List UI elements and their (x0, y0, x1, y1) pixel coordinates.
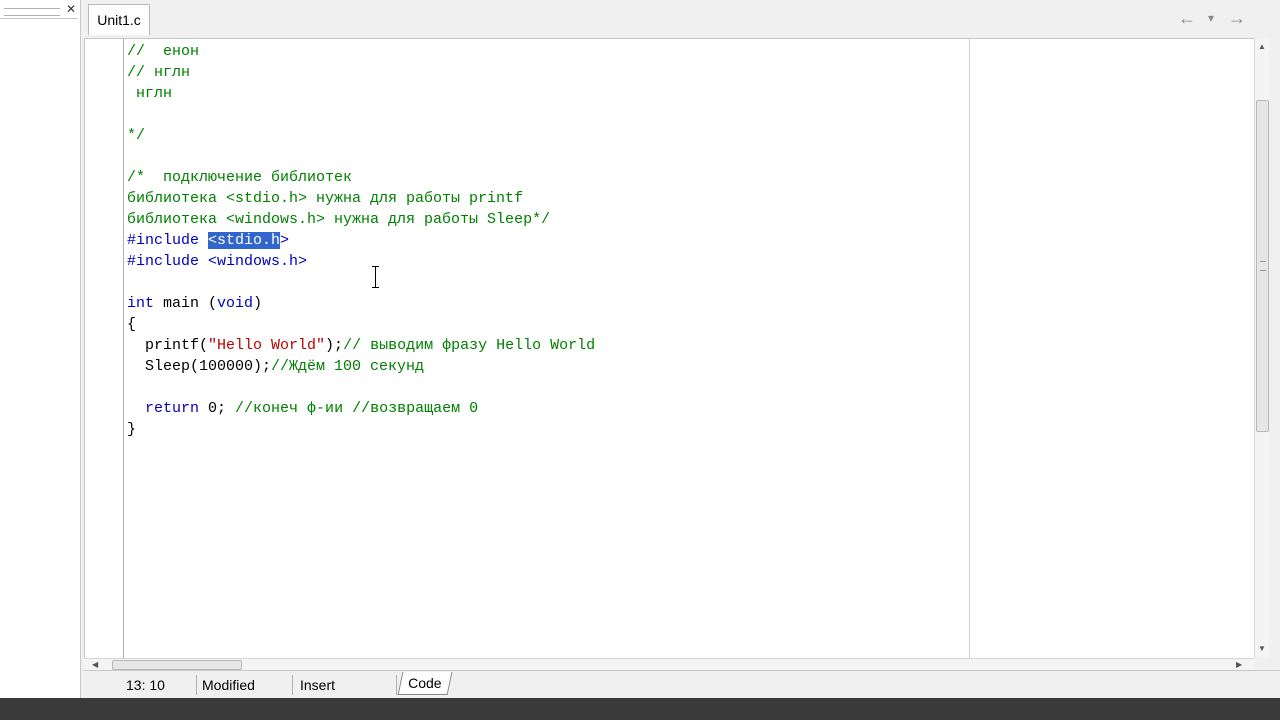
code-token: ( (208, 295, 218, 312)
code-token: int (127, 295, 155, 312)
code-token: "Hello World" (208, 337, 326, 354)
code-token: //конеч ф-ии //возвращаем 0 (235, 400, 479, 417)
code-content[interactable]: // енон // нглн нглн */ /* подключение би… (127, 41, 595, 440)
code-tab-label: Code (408, 675, 442, 691)
tab-unit1[interactable]: Unit1.c (88, 4, 150, 35)
code-line[interactable]: нглн (127, 83, 595, 104)
code-token: > (280, 232, 290, 249)
code-line[interactable] (127, 272, 595, 293)
code-line[interactable]: /* подключение библиотек (127, 167, 595, 188)
code-line[interactable]: Sleep(100000);//Ждём 100 секунд (127, 356, 595, 377)
code-token: // выводим фразу Hello World (343, 337, 596, 354)
code-token: библиотека <windows.h> нужна для работы … (127, 211, 551, 228)
line-gutter[interactable] (85, 39, 124, 659)
chevron-down-icon[interactable]: ▾ (1208, 8, 1214, 28)
code-token: Sleep(100000); (127, 358, 272, 375)
drag-grip-icon[interactable] (4, 8, 60, 16)
code-line[interactable]: int main (void) (127, 293, 595, 314)
code-line[interactable]: return 0; //конеч ф-ии //возвращаем 0 (127, 398, 595, 419)
code-token: void (217, 295, 254, 312)
ibeam-cursor-icon (372, 266, 380, 288)
code-token: // нглн (127, 64, 191, 81)
window-bottom-edge (0, 698, 1280, 720)
code-line[interactable] (127, 104, 595, 125)
scroll-up-icon[interactable]: ▲ (1255, 40, 1269, 54)
code-token: нглн (127, 85, 173, 102)
scroll-down-icon[interactable]: ▼ (1255, 642, 1269, 656)
status-bar: 13: 10 Modified Insert Code (84, 670, 1280, 699)
code-line[interactable]: { (127, 314, 595, 335)
back-arrow-icon[interactable]: ← (1178, 8, 1196, 28)
code-token: // енон (127, 43, 200, 60)
code-line[interactable]: библиотека <stdio.h> нужна для работы pr… (127, 188, 595, 209)
code-token: } (127, 421, 137, 438)
code-line[interactable] (127, 377, 595, 398)
forward-arrow-icon[interactable]: → (1228, 8, 1246, 28)
code-line[interactable] (127, 146, 595, 167)
horizontal-scroll-thumb[interactable] (112, 660, 242, 670)
insert-mode-indicator: Insert (296, 675, 397, 695)
code-line[interactable]: printf("Hello World");// выводим фразу H… (127, 335, 595, 356)
vertical-scrollbar[interactable]: ▲ ▼ (1254, 38, 1269, 658)
code-line[interactable]: // енон (127, 41, 595, 62)
code-token: main (154, 295, 209, 312)
code-token: /* подключение библиотек (127, 169, 353, 186)
code-token: библиотека <stdio.h> нужна для работы pr… (127, 190, 524, 207)
code-token: ); (325, 337, 344, 354)
modified-indicator: Modified (198, 675, 293, 695)
tab-code-view[interactable]: Code (397, 672, 453, 695)
code-line[interactable]: */ (127, 125, 595, 146)
code-token: #include <windows.h> (127, 253, 308, 270)
code-token: //Ждём 100 секунд (271, 358, 425, 375)
code-token: return (145, 400, 200, 417)
code-token: printf( (127, 337, 209, 354)
code-line[interactable]: #include <stdio.h> (127, 230, 595, 251)
code-line[interactable]: // нглн (127, 62, 595, 83)
code-token: 0; (199, 400, 236, 417)
vertical-scroll-thumb[interactable] (1256, 100, 1269, 432)
left-dock-panel: ✕ (0, 0, 81, 708)
cursor-position: 13: 10 (122, 675, 197, 695)
editor-tab-bar: Unit1.c ← ▾ → (84, 0, 1280, 38)
right-margin-line (969, 39, 970, 659)
code-line[interactable]: } (127, 419, 595, 440)
code-token: { (127, 316, 137, 333)
code-token: ) (253, 295, 263, 312)
code-token: #include (127, 232, 209, 249)
code-token: */ (127, 127, 146, 144)
code-line[interactable]: #include <windows.h> (127, 251, 595, 272)
selected-text: <stdio.h (208, 232, 281, 249)
code-editor[interactable]: // енон // нглн нглн */ /* подключение би… (84, 38, 1255, 659)
close-icon[interactable]: ✕ (66, 3, 76, 15)
code-line[interactable]: библиотека <windows.h> нужна для работы … (127, 209, 595, 230)
